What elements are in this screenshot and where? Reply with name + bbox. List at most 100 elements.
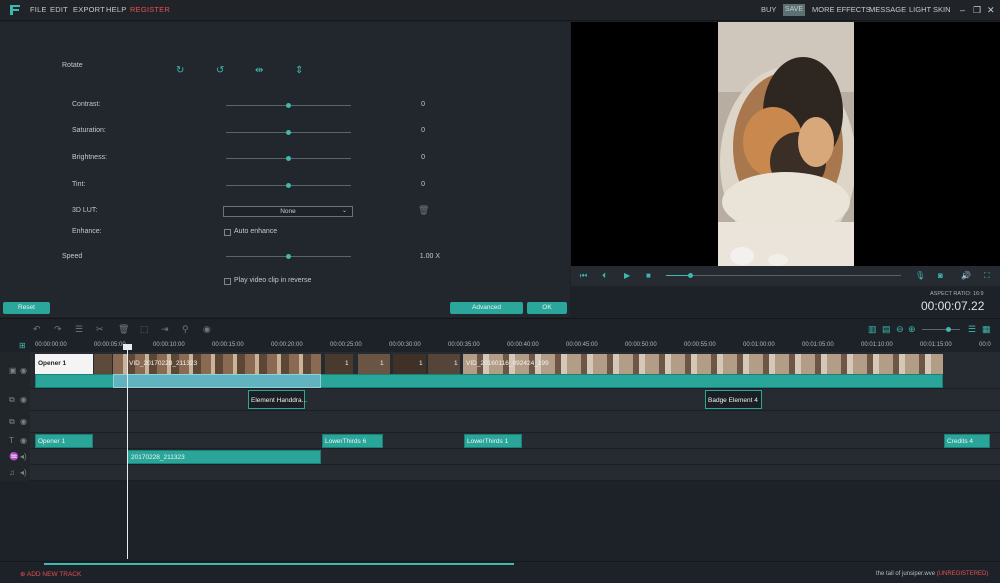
- video-clip-main[interactable]: VID_20170228_211323: [113, 354, 321, 374]
- export-frame-icon[interactable]: ⇥: [161, 324, 169, 334]
- save-button[interactable]: SAVE: [783, 4, 805, 16]
- rotate-counterclockwise-icon[interactable]: ↺: [216, 66, 224, 76]
- ok-button[interactable]: OK: [527, 302, 567, 314]
- step-back-icon[interactable]: ⏴: [602, 272, 606, 280]
- video-clip[interactable]: [94, 354, 112, 374]
- title-clip[interactable]: Credits 4: [944, 434, 990, 448]
- ruler-tick: 00:01:00:00: [743, 342, 775, 348]
- lut-dropdown[interactable]: None ⌄: [223, 206, 353, 217]
- add-new-track-button[interactable]: ⊕ ADD NEW TRACK: [20, 570, 81, 578]
- title-clip[interactable]: Opener 1: [35, 434, 93, 448]
- brightness-slider-knob[interactable]: [286, 156, 291, 161]
- rotate-clockwise-icon[interactable]: ↻: [176, 66, 184, 76]
- menu-edit[interactable]: EDIT: [50, 5, 68, 14]
- volume-icon[interactable]: 🔊: [961, 272, 971, 280]
- auto-enhance-checkbox[interactable]: [224, 229, 231, 236]
- more-effects-link[interactable]: MORE EFFECTS: [812, 5, 871, 14]
- menu-help[interactable]: HELP: [106, 5, 126, 14]
- crop-icon[interactable]: ⬚: [140, 324, 149, 334]
- minimize-icon[interactable]: –: [960, 5, 965, 15]
- zoom-in-icon[interactable]: ⊕: [908, 324, 916, 334]
- tint-slider[interactable]: [226, 183, 351, 188]
- rotate-label: Rotate: [62, 62, 83, 69]
- element-clip[interactable]: Element Handdra...: [248, 390, 307, 409]
- contrast-slider-knob[interactable]: [286, 103, 291, 108]
- motion-eye-icon[interactable]: ◉: [203, 324, 211, 334]
- tint-slider-knob[interactable]: [286, 183, 291, 188]
- zoom-slider-knob[interactable]: [946, 327, 951, 332]
- volume-icon[interactable]: ◂): [20, 468, 27, 477]
- ruler-tick: 00:01:15:00: [920, 342, 952, 348]
- playhead[interactable]: [127, 344, 128, 559]
- buy-link[interactable]: BUY: [761, 5, 776, 14]
- zoom-slider[interactable]: [922, 327, 960, 332]
- contrast-slider[interactable]: [226, 103, 351, 108]
- video-clip-long[interactable]: VID_20160116_092424_199: [463, 354, 943, 374]
- fullscreen-icon[interactable]: ⛶: [984, 272, 990, 280]
- audio-mixer-icon[interactable]: ▥: [868, 324, 877, 334]
- video-clip[interactable]: 1: [428, 354, 460, 374]
- visibility-eye-icon[interactable]: ◉: [20, 436, 27, 445]
- title-clip[interactable]: LowerThirds 1: [464, 434, 522, 448]
- visibility-eye-icon[interactable]: ◉: [20, 366, 27, 375]
- video-clip[interactable]: 1: [393, 354, 426, 374]
- restore-icon[interactable]: ❐: [973, 5, 981, 15]
- video-clip[interactable]: 1: [358, 354, 390, 374]
- auto-enhance-label: Auto enhance: [234, 228, 278, 235]
- close-icon[interactable]: ✕: [987, 5, 995, 15]
- visibility-eye-icon[interactable]: ◉: [20, 417, 27, 426]
- element-clip[interactable]: Badge Element 4: [705, 390, 762, 409]
- visibility-eye-icon[interactable]: ◉: [20, 395, 27, 404]
- volume-icon[interactable]: ◂): [20, 452, 27, 461]
- opener-clip[interactable]: Opener 1: [35, 354, 93, 374]
- timeline-view-icon[interactable]: ▤: [882, 324, 891, 334]
- title-clip[interactable]: LowerThirds 6: [322, 434, 383, 448]
- reverse-checkbox[interactable]: [224, 278, 231, 285]
- contrast-value: 0: [421, 101, 425, 108]
- grid-view-icon[interactable]: ▦: [982, 324, 991, 334]
- audio-clip[interactable]: 20170228_211323: [127, 450, 321, 464]
- menu-register[interactable]: REGISTER: [130, 5, 170, 14]
- ruler-tick: 00:00:35:00: [448, 342, 480, 348]
- snapshot-camera-icon[interactable]: ◙: [938, 272, 943, 280]
- pip-track-2: [0, 411, 1000, 433]
- play-icon[interactable]: ▶: [624, 272, 630, 280]
- timeline-scrollbar[interactable]: [44, 563, 514, 565]
- reset-button[interactable]: Reset: [3, 302, 50, 314]
- playback-progress-bar[interactable]: [666, 275, 901, 276]
- flip-horizontal-icon[interactable]: ⇹: [255, 66, 263, 76]
- project-file-name: the tail of junsiper.wve: [876, 571, 936, 577]
- zoom-out-icon[interactable]: ⊖: [896, 324, 904, 334]
- speed-slider[interactable]: [226, 254, 351, 259]
- list-view-icon[interactable]: ☰: [968, 324, 976, 334]
- speed-slider-knob[interactable]: [286, 254, 291, 259]
- trash-icon[interactable]: 🗑: [418, 205, 429, 216]
- stop-icon[interactable]: ■: [646, 272, 651, 280]
- skip-back-icon[interactable]: ⏮: [580, 272, 587, 280]
- contrast-label: Contrast:: [72, 101, 101, 108]
- brightness-label: Brightness:: [72, 154, 108, 161]
- message-link[interactable]: MESSAGE: [869, 5, 906, 14]
- settings-list-icon[interactable]: ☰: [75, 324, 83, 334]
- snap-icon[interactable]: ⊞: [19, 341, 26, 350]
- advanced-button[interactable]: Advanced: [450, 302, 523, 314]
- cut-icon[interactable]: ✂: [96, 324, 104, 334]
- playhead-handle[interactable]: [123, 344, 132, 350]
- menu-file[interactable]: FILE: [30, 5, 47, 14]
- saturation-slider-knob[interactable]: [286, 130, 291, 135]
- delete-icon[interactable]: 🗑: [118, 324, 129, 334]
- microphone-icon[interactable]: 🎙: [915, 272, 925, 280]
- playback-scrubber[interactable]: [688, 273, 693, 278]
- undo-icon[interactable]: ↶: [33, 324, 41, 334]
- add-new-track-label: ADD NEW TRACK: [26, 571, 82, 578]
- video-clip[interactable]: 1: [325, 354, 353, 374]
- light-skin-link[interactable]: LIGHT SKIN: [909, 5, 951, 14]
- menu-export[interactable]: EXPORT: [73, 5, 105, 14]
- selected-clip-region[interactable]: [113, 374, 321, 388]
- flip-vertical-icon[interactable]: ⇕: [295, 66, 303, 76]
- redo-icon[interactable]: ↷: [54, 324, 62, 334]
- speed-label: Speed: [62, 253, 83, 260]
- pin-icon[interactable]: ⚲: [182, 324, 189, 334]
- saturation-slider[interactable]: [226, 130, 351, 135]
- brightness-slider[interactable]: [226, 156, 351, 161]
